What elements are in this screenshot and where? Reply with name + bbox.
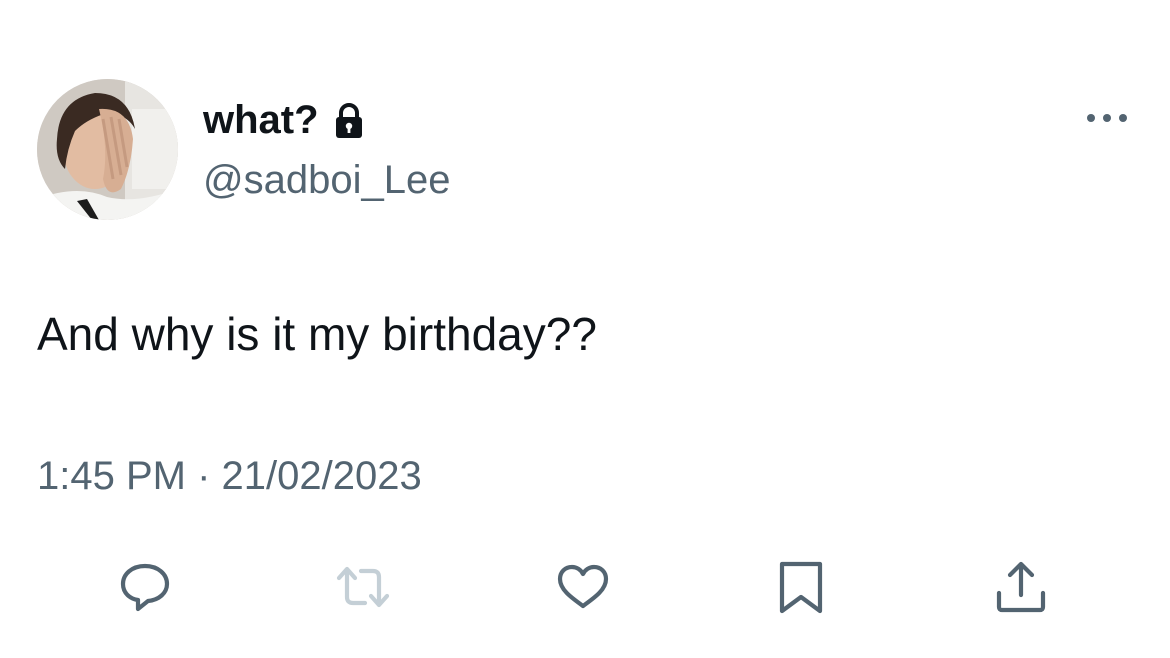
- bookmark-icon: [779, 561, 823, 614]
- avatar[interactable]: [37, 79, 178, 220]
- like-button[interactable]: [555, 559, 611, 615]
- retweet-button[interactable]: [335, 559, 391, 615]
- reply-icon: [120, 563, 170, 612]
- tweet-text: And why is it my birthday??: [37, 308, 597, 360]
- tweet-card: what? @sadboi_Lee And why is it my birth…: [0, 0, 1170, 658]
- lock-icon: [333, 102, 365, 138]
- author-handle[interactable]: @sadboi_Lee: [203, 156, 450, 204]
- share-icon: [996, 561, 1046, 613]
- ellipsis-icon: [1087, 114, 1127, 122]
- author-display-name[interactable]: what?: [203, 96, 365, 144]
- more-options-button[interactable]: [1082, 104, 1132, 132]
- share-button[interactable]: [993, 559, 1049, 615]
- bookmark-button[interactable]: [773, 559, 829, 615]
- tweet-timestamp[interactable]: 1:45 PM · 21/02/2023: [37, 450, 422, 502]
- reply-button[interactable]: [117, 559, 173, 615]
- avatar-photo: [37, 79, 178, 220]
- retweet-icon: [336, 566, 390, 608]
- heart-icon: [557, 564, 609, 609]
- display-name-text: what?: [203, 98, 319, 142]
